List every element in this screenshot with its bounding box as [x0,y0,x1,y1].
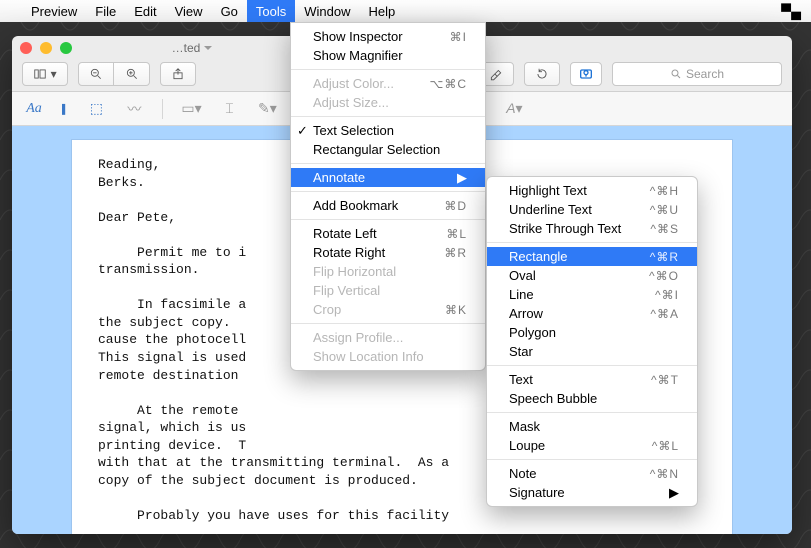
annotate-menu-item-line[interactable]: Line^⌘I [487,285,697,304]
sketch-tool-button[interactable]: 〰 [124,99,144,119]
annotate-menu-item-signature[interactable]: Signature▶ [487,483,697,502]
tools-menu-item-flip-horizontal: Flip Horizontal [291,262,485,281]
share-button[interactable] [160,62,196,86]
annotate-menu-item-loupe[interactable]: Loupe^⌘L [487,436,697,455]
menubar: Preview File Edit View Go Tools Window H… [0,0,811,22]
annotate-menu-item-mask[interactable]: Mask [487,417,697,436]
menu-file[interactable]: File [86,0,125,22]
tools-menu-item-adjust-size-: Adjust Size... [291,93,485,112]
annotate-menu-item-underline-text[interactable]: Underline Text^⌘U [487,200,697,219]
annotate-menu-item-star[interactable]: Star [487,342,697,361]
annotate-submenu: Highlight Text^⌘HUnderline Text^⌘UStrike… [486,176,698,507]
selection-tool-button[interactable]: ⬚ [86,100,106,117]
annotate-menu-item-highlight-text[interactable]: Highlight Text^⌘H [487,181,697,200]
rotate-button[interactable] [524,62,560,86]
markup-toolbar-button[interactable] [570,62,602,86]
search-placeholder: Search [686,67,724,81]
annotate-menu-item-strike-through-text[interactable]: Strike Through Text^⌘S [487,219,697,238]
tools-menu-item-flip-vertical: Flip Vertical [291,281,485,300]
search-input[interactable]: Search [612,62,782,86]
view-mode-button[interactable]: ▾ [22,62,68,86]
menu-edit[interactable]: Edit [125,0,165,22]
annotate-menu-item-speech-bubble[interactable]: Speech Bubble [487,389,697,408]
tools-menu-item-crop: Crop⌘K [291,300,485,319]
zoom-in-button[interactable] [114,62,150,86]
tools-menu-item-show-magnifier[interactable]: Show Magnifier [291,46,485,65]
menu-window[interactable]: Window [295,0,359,22]
menu-tools[interactable]: Tools [247,0,295,22]
shapes-button[interactable]: ▭▾ [181,100,201,117]
tools-menu-item-show-inspector[interactable]: Show Inspector⌘I [291,27,485,46]
text-style-button[interactable]: Aa [24,101,44,117]
annotate-menu-item-rectangle[interactable]: Rectangle^⌘R [487,247,697,266]
font-button[interactable]: A▾ [504,100,524,117]
tools-menu-item-rotate-left[interactable]: Rotate Left⌘L [291,224,485,243]
annotate-menu-item-polygon[interactable]: Polygon [487,323,697,342]
zoom-out-button[interactable] [78,62,114,86]
tools-menu-item-annotate[interactable]: Annotate▶ [291,168,485,187]
tools-menu-item-adjust-color-: Adjust Color...⌥⌘C [291,74,485,93]
annotate-menu-item-oval[interactable]: Oval^⌘O [487,266,697,285]
menu-preview[interactable]: Preview [22,0,86,22]
tools-menu-item-text-selection[interactable]: ✓Text Selection [291,121,485,140]
tools-menu-item-show-location-info: Show Location Info [291,347,485,366]
tools-menu-item-rectangular-selection[interactable]: Rectangular Selection [291,140,485,159]
tools-menu: Show Inspector⌘IShow Magnifier Adjust Col… [290,22,486,371]
annotate-menu-item-note[interactable]: Note^⌘N [487,464,697,483]
tools-menu-item-add-bookmark[interactable]: Add Bookmark⌘D [291,196,485,215]
tools-menu-item-rotate-right[interactable]: Rotate Right⌘R [291,243,485,262]
text-tool-button[interactable]: ⌶ [219,100,239,117]
menu-go[interactable]: Go [212,0,247,22]
annotate-menu-item-text[interactable]: Text^⌘T [487,370,697,389]
annotate-menu-item-arrow[interactable]: Arrow^⌘A [487,304,697,323]
menu-help[interactable]: Help [360,0,405,22]
menu-view[interactable]: View [166,0,212,22]
tray-display-icon[interactable]: ▀▄ [781,3,801,19]
sign-button[interactable]: ✎▾ [257,100,277,117]
tools-menu-item-assign-profile-: Assign Profile... [291,328,485,347]
